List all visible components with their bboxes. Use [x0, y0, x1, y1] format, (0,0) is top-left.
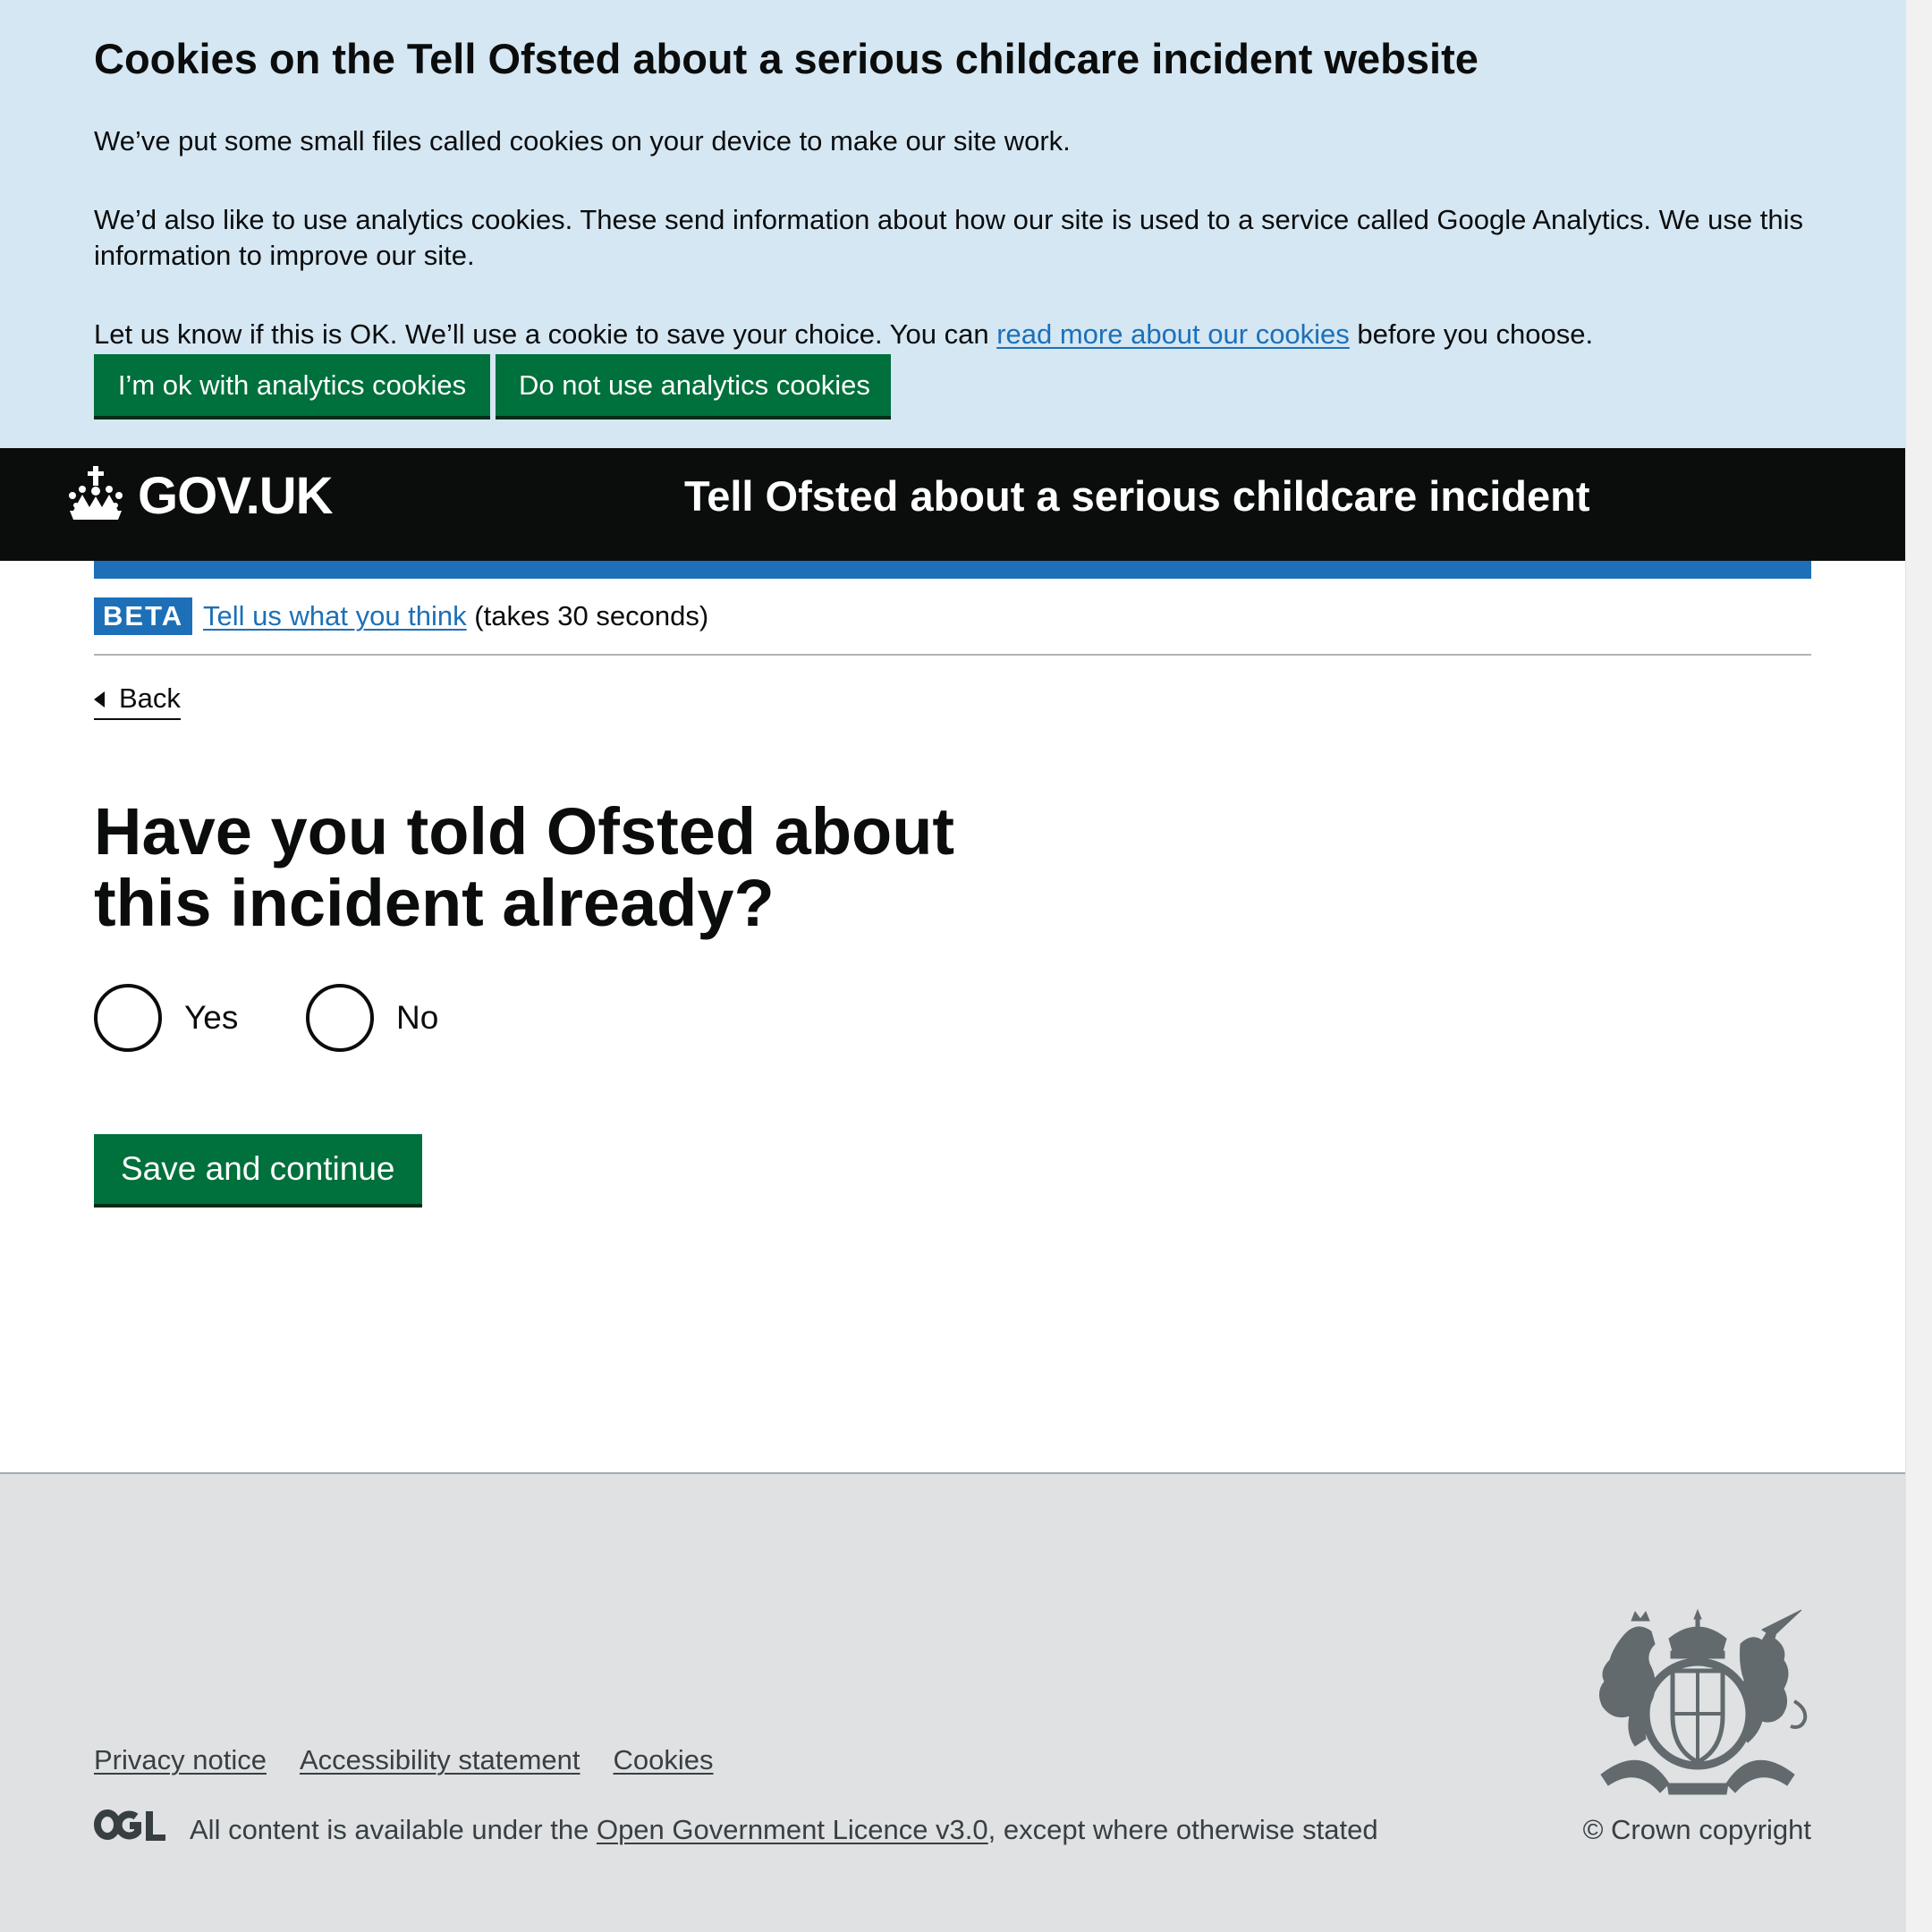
govuk-logo-link[interactable]: GOV.UK	[66, 466, 333, 526]
cookies-link[interactable]: Cookies	[614, 1742, 714, 1778]
privacy-notice-link[interactable]: Privacy notice	[94, 1742, 267, 1778]
accessibility-statement-link[interactable]: Accessibility statement	[300, 1742, 580, 1778]
back-link[interactable]: Back	[94, 680, 181, 720]
cookie-banner-paragraph-3: Let us know if this is OK. We’ll use a c…	[94, 317, 1847, 352]
royal-coat-of-arms-icon[interactable]	[1583, 1608, 1811, 1801]
page-scrollbar[interactable]	[1905, 0, 1932, 1932]
cookie-banner-heading: Cookies on the Tell Ofsted about a serio…	[94, 35, 1479, 82]
page-title: Have you told Ofsted about this incident…	[94, 794, 955, 940]
phase-banner-text: Tell us what you think (takes 30 seconds…	[203, 597, 708, 635]
footer: Privacy notice Accessibility statement C…	[0, 1472, 1905, 1932]
accept-analytics-cookies-button[interactable]: I’m ok with analytics cookies	[94, 354, 490, 416]
govuk-header: GOV.UK Tell Ofsted about a serious child…	[0, 448, 1905, 561]
radio-yes-input[interactable]	[94, 984, 162, 1052]
reject-analytics-cookies-button[interactable]: Do not use analytics cookies	[496, 354, 891, 416]
radio-no[interactable]: No	[306, 984, 438, 1052]
radio-no-label[interactable]: No	[396, 999, 438, 1037]
phase-banner: BETA Tell us what you think (takes 30 se…	[94, 597, 1811, 656]
service-name-link[interactable]: Tell Ofsted about a serious childcare in…	[684, 470, 1589, 523]
page: Cookies on the Tell Ofsted about a serio…	[0, 0, 1905, 1932]
ogl-logo-icon	[94, 1809, 167, 1845]
cookie-choice-suffix: before you choose.	[1349, 318, 1594, 350]
licence-text: All content is available under the Open …	[190, 1812, 1378, 1848]
cookie-choice-text: Let us know if this is OK. We’ll use a c…	[94, 318, 997, 350]
feedback-link[interactable]: Tell us what you think	[203, 600, 467, 631]
open-government-licence-link[interactable]: Open Government Licence v3.0	[597, 1814, 988, 1845]
licence-prefix: All content is available under the	[190, 1814, 597, 1845]
main-content	[0, 561, 1905, 1472]
feedback-duration: (takes 30 seconds)	[466, 600, 709, 631]
crown-icon	[66, 466, 125, 526]
crown-copyright-text[interactable]: © Crown copyright	[1583, 1812, 1811, 1848]
cookie-banner: Cookies on the Tell Ofsted about a serio…	[0, 0, 1905, 448]
header-blue-underline	[94, 561, 1811, 579]
radio-yes-label[interactable]: Yes	[184, 999, 238, 1037]
cookie-banner-paragraph-1: We’ve put some small files called cookie…	[94, 125, 1071, 157]
beta-tag: BETA	[94, 597, 193, 635]
footer-links: Privacy notice Accessibility statement C…	[94, 1742, 714, 1778]
cookie-banner-paragraph-2: We’d also like to use analytics cookies.…	[94, 204, 1803, 271]
read-more-cookies-link[interactable]: read more about our cookies	[996, 318, 1350, 350]
radio-yes[interactable]: Yes	[94, 984, 238, 1052]
licence-suffix: , except where otherwise stated	[987, 1814, 1378, 1845]
save-and-continue-button[interactable]: Save and continue	[94, 1134, 422, 1204]
govuk-logo-text: GOV.UK	[138, 467, 333, 525]
radio-no-input[interactable]	[306, 984, 374, 1052]
